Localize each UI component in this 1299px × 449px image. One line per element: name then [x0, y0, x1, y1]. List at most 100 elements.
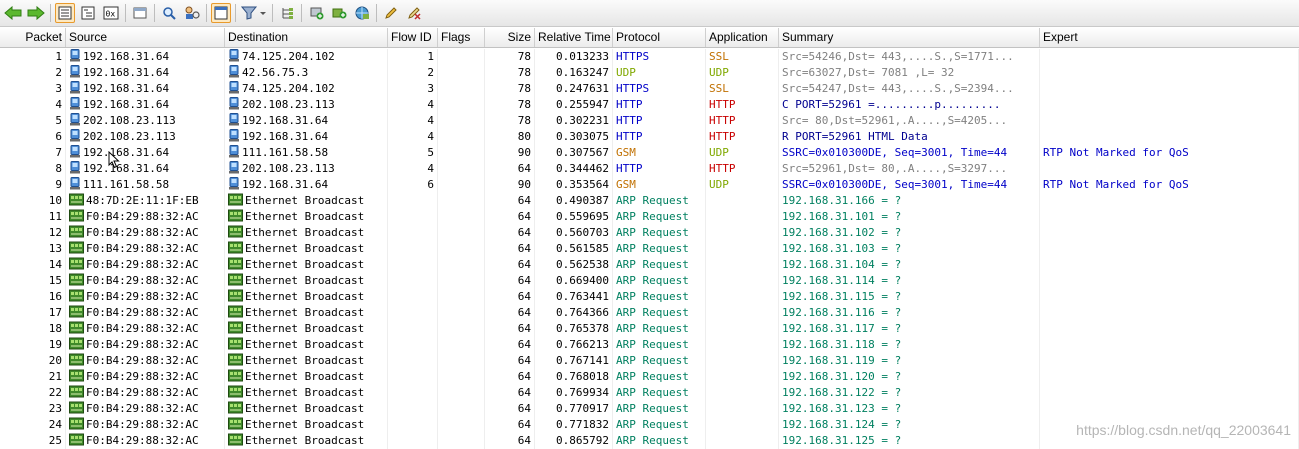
column-header-protocol[interactable]: Protocol	[613, 28, 706, 47]
summary-cell: 192.168.31.116 = ?	[779, 305, 1040, 321]
forward-arrow-icon[interactable]	[26, 3, 46, 23]
table-row[interactable]: 20 F0:B4:29:88:32:AC Ethernet Broadcast 64 0…	[0, 353, 1299, 369]
table-row[interactable]: 17 F0:B4:29:88:32:AC Ethernet Broadcast 64 0…	[0, 305, 1299, 321]
nic-icon	[69, 321, 86, 335]
size-cell: 78	[485, 97, 535, 113]
flow-id-cell-text: 4	[427, 162, 434, 175]
application-cell-text: SSL	[709, 50, 729, 63]
column-header-flags[interactable]: Flags	[438, 28, 485, 47]
relative-time-cell-text: 0.344462	[556, 162, 609, 175]
table-row[interactable]: 4 192.168.31.64 202.108.23.113 4 78 0.255947 H…	[0, 97, 1299, 113]
flags-cell	[438, 161, 485, 177]
find-user-icon[interactable]	[182, 3, 202, 23]
host-icon	[228, 49, 242, 63]
source-cell-text: F0:B4:29:88:32:AC	[86, 242, 199, 255]
table-row[interactable]: 3 192.168.31.64 74.125.204.102 3 78 0.247631 H…	[0, 81, 1299, 97]
protocol-cell: HTTPS	[613, 81, 706, 97]
size-cell-text: 64	[517, 386, 531, 399]
column-header-relative-time[interactable]: Relative Time	[535, 28, 613, 47]
destination-cell: 192.168.31.64	[225, 113, 388, 129]
table-row[interactable]: 22 F0:B4:29:88:32:AC Ethernet Broadcast 64 0…	[0, 385, 1299, 401]
source-cell-text: 202.108.23.113	[83, 114, 176, 127]
table-row[interactable]: 13 F0:B4:29:88:32:AC Ethernet Broadcast 64 0…	[0, 241, 1299, 257]
destination-cell-text: 192.168.31.64	[242, 130, 329, 143]
mouse-cursor-icon	[108, 151, 120, 169]
source-cell-text: 192.168.31.64	[83, 146, 170, 159]
flow-id-cell	[388, 289, 438, 305]
relative-time-cell-text: 0.767141	[556, 354, 609, 367]
summary-cell-text: SSRC=0x010300DE, Seq=3001, Time=44	[782, 178, 1008, 191]
column-header-destination[interactable]: Destination	[225, 28, 388, 47]
back-arrow-icon[interactable]	[3, 3, 23, 23]
table-row[interactable]: 6 202.108.23.113 192.168.31.64 4 80 0.303075 H…	[0, 129, 1299, 145]
destination-cell: Ethernet Broadcast	[225, 193, 388, 209]
clear-icon[interactable]	[404, 3, 424, 23]
column-header-source[interactable]: Source	[66, 28, 225, 47]
nic-icon	[228, 209, 245, 223]
table-row[interactable]: 5 202.108.23.113 192.168.31.64 4 78 0.302231 H…	[0, 113, 1299, 129]
table-row[interactable]: 19 F0:B4:29:88:32:AC Ethernet Broadcast 64 0…	[0, 337, 1299, 353]
destination-cell: Ethernet Broadcast	[225, 241, 388, 257]
add-network-icon[interactable]	[306, 3, 326, 23]
destination-cell-text: Ethernet Broadcast	[245, 274, 365, 287]
source-cell: 192.168.31.64	[66, 49, 225, 65]
packet-list-view-icon[interactable]	[55, 3, 75, 23]
hex-view-icon[interactable]: 0x	[101, 3, 121, 23]
table-row[interactable]: 11 F0:B4:29:88:32:AC Ethernet Broadcast 64 0…	[0, 209, 1299, 225]
destination-cell: Ethernet Broadcast	[225, 257, 388, 273]
edit-pencil-icon[interactable]	[381, 3, 401, 23]
column-header-packet[interactable]: Packet	[0, 28, 66, 47]
table-row[interactable]: 8 192.168.31.64 202.108.23.113 4 64 0.344462 H…	[0, 161, 1299, 177]
packet-number-cell-text: 4	[55, 98, 62, 111]
protocol-cell-text: ARP Request	[616, 210, 689, 223]
table-row[interactable]: 23 F0:B4:29:88:32:AC Ethernet Broadcast 64 0…	[0, 401, 1299, 417]
table-row[interactable]: 10 48:7D:2E:11:1F:EB Ethernet Broadcast 64 0…	[0, 193, 1299, 209]
size-cell: 78	[485, 81, 535, 97]
relative-time-cell-text: 0.353564	[556, 178, 609, 191]
packet-number-cell: 19	[0, 337, 66, 353]
network-globe-icon[interactable]	[352, 3, 372, 23]
summary-cell-text: 192.168.31.117 = ?	[782, 322, 902, 335]
table-row[interactable]: 1 192.168.31.64 74.125.204.102 1 78 0.013233 H…	[0, 49, 1299, 65]
application-cell: HTTP	[706, 129, 779, 145]
table-row[interactable]: 15 F0:B4:29:88:32:AC Ethernet Broadcast 64 0…	[0, 273, 1299, 289]
table-row[interactable]: 9 111.161.58.58 192.168.31.64 6 90 0.353564 GS…	[0, 177, 1299, 193]
table-row[interactable]: 12 F0:B4:29:88:32:AC Ethernet Broadcast 64 0…	[0, 225, 1299, 241]
destination-cell-text: 111.161.58.58	[242, 146, 329, 159]
column-header-size[interactable]: Size	[485, 28, 535, 47]
column-header-summary[interactable]: Summary	[779, 28, 1040, 47]
table-row[interactable]: 2 192.168.31.64 42.56.75.3 2 78 0.163247 UDP UD…	[0, 65, 1299, 81]
tree-view-icon[interactable]	[277, 3, 297, 23]
column-header-flow-id[interactable]: Flow ID	[388, 28, 438, 47]
decode-view-icon[interactable]	[78, 3, 98, 23]
table-row[interactable]: 16 F0:B4:29:88:32:AC Ethernet Broadcast 64 0…	[0, 289, 1299, 305]
summary-cell: 192.168.31.124 = ?	[779, 417, 1040, 433]
size-cell: 64	[485, 273, 535, 289]
application-cell	[706, 369, 779, 385]
column-header-application[interactable]: Application	[706, 28, 779, 47]
layout-icon[interactable]	[211, 3, 231, 23]
table-row[interactable]: 7 192.168.31.64 111.161.58.58 5 90 0.307567 GS…	[0, 145, 1299, 161]
table-row[interactable]: 21 F0:B4:29:88:32:AC Ethernet Broadcast 64 0…	[0, 369, 1299, 385]
packet-number-cell: 11	[0, 209, 66, 225]
relative-time-cell-text: 0.765378	[556, 322, 609, 335]
flags-cell	[438, 385, 485, 401]
find-icon[interactable]	[159, 3, 179, 23]
flags-cell	[438, 353, 485, 369]
flags-cell	[438, 289, 485, 305]
protocol-cell: ARP Request	[613, 369, 706, 385]
protocol-cell-text: ARP Request	[616, 274, 689, 287]
packet-number-cell-text: 17	[48, 306, 62, 319]
window-icon[interactable]	[130, 3, 150, 23]
size-cell-text: 64	[517, 258, 531, 271]
add-node-icon[interactable]	[329, 3, 349, 23]
filter-icon[interactable]	[240, 3, 268, 23]
summary-cell-text: 192.168.31.118 = ?	[782, 338, 902, 351]
table-row[interactable]: 14 F0:B4:29:88:32:AC Ethernet Broadcast 64 0…	[0, 257, 1299, 273]
column-header-expert[interactable]: Expert	[1040, 28, 1299, 47]
source-cell: F0:B4:29:88:32:AC	[66, 225, 225, 241]
summary-cell: 192.168.31.115 = ?	[779, 289, 1040, 305]
table-row[interactable]: 18 F0:B4:29:88:32:AC Ethernet Broadcast 64 0…	[0, 321, 1299, 337]
protocol-cell: UDP	[613, 65, 706, 81]
toolbar-separator	[125, 4, 126, 22]
